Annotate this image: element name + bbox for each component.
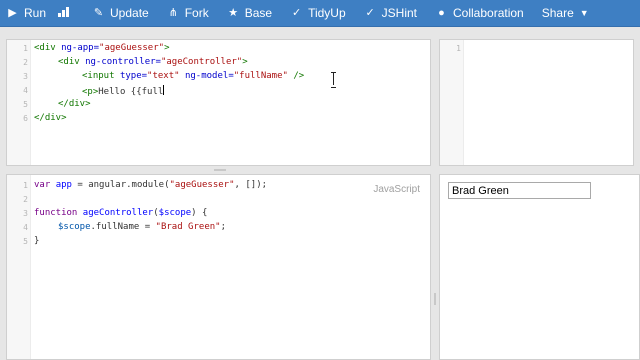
tidyup-label: TidyUp xyxy=(308,6,346,20)
check-icon: ✓ xyxy=(291,6,302,19)
line-number: 5 xyxy=(23,237,28,246)
line-number: 6 xyxy=(23,114,28,123)
horizontal-resize-handle[interactable] xyxy=(214,169,226,171)
line-number: 4 xyxy=(23,86,28,95)
code-line: <div ng-controller="ageController"> xyxy=(58,57,248,67)
chart-button[interactable] xyxy=(55,0,83,27)
line-number: 4 xyxy=(23,223,28,232)
html-editor-pane[interactable]: 1 2 3 4 5 6 <div ng-app="ageGuesser"> <d… xyxy=(6,39,431,166)
line-number: 1 xyxy=(23,44,28,53)
line-number: 2 xyxy=(23,58,28,67)
fork-icon: ⋔ xyxy=(168,6,178,19)
line-number: 3 xyxy=(23,72,28,81)
line-number: 1 xyxy=(23,181,28,190)
users-icon: ● xyxy=(438,6,445,19)
play-icon: ▶ xyxy=(8,6,17,19)
jshint-button[interactable]: ✓ JSHint xyxy=(355,0,426,27)
text-cursor xyxy=(163,85,165,95)
js-editor-pane[interactable]: 1 2 3 4 5 JavaScript var app = angular.m… xyxy=(6,174,431,360)
html-gutter: 1 2 3 4 5 6 xyxy=(7,40,31,165)
code-line: <input type="text" ng-model="fullName" /… xyxy=(82,71,305,81)
code-line: </div> xyxy=(58,99,91,109)
share-label: Share xyxy=(541,6,574,20)
bar-chart-icon xyxy=(57,6,70,20)
collaboration-button[interactable]: ● Collaboration xyxy=(426,0,533,27)
base-button[interactable]: ★ Base xyxy=(218,0,281,27)
code-line: <div ng-app="ageGuesser"> xyxy=(34,43,170,53)
css-gutter: 1 xyxy=(440,40,464,165)
code-line: </div> xyxy=(34,113,67,123)
base-label: Base xyxy=(244,6,273,20)
result-pane xyxy=(439,174,640,360)
run-label: Run xyxy=(24,6,47,20)
fork-button[interactable]: ⋔ Fork xyxy=(158,0,218,27)
pencil-icon: ✎ xyxy=(93,6,104,19)
tidyup-button[interactable]: ✓ TidyUp xyxy=(281,0,355,27)
code-line: function ageController($scope) { xyxy=(34,208,208,218)
code-line: } xyxy=(34,236,40,246)
code-line: <p>Hello {{full xyxy=(82,85,165,97)
js-pane-label: JavaScript xyxy=(373,184,420,195)
line-number: 3 xyxy=(23,209,28,218)
jshint-label: JSHint xyxy=(381,6,417,20)
js-gutter: 1 2 3 4 5 xyxy=(7,175,31,359)
share-button[interactable]: Share ▼ xyxy=(533,0,598,27)
collaboration-label: Collaboration xyxy=(453,6,524,20)
css-editor-pane[interactable]: 1 xyxy=(439,39,634,166)
star-icon: ★ xyxy=(228,6,239,19)
update-button[interactable]: ✎ Update xyxy=(83,0,158,27)
full-name-input[interactable] xyxy=(448,182,591,199)
code-line: var app = angular.module("ageGuesser", [… xyxy=(34,180,268,190)
code-line: $scope.fullName = "Brad Green"; xyxy=(58,222,226,232)
line-number: 5 xyxy=(23,100,28,109)
line-number: 2 xyxy=(23,195,28,204)
update-label: Update xyxy=(110,6,149,20)
fork-label: Fork xyxy=(184,6,209,20)
check-icon: ✓ xyxy=(365,6,375,19)
caret-down-icon: ▼ xyxy=(579,8,589,18)
vertical-resize-handle[interactable] xyxy=(434,293,436,305)
line-number: 1 xyxy=(456,44,461,53)
toolbar: ▶ Run ✎ Update ⋔ Fork ★ Base ✓ TidyUp ✓ … xyxy=(0,0,640,27)
run-button[interactable]: ▶ Run xyxy=(0,0,55,27)
mouse-ibeam-icon xyxy=(330,72,338,88)
